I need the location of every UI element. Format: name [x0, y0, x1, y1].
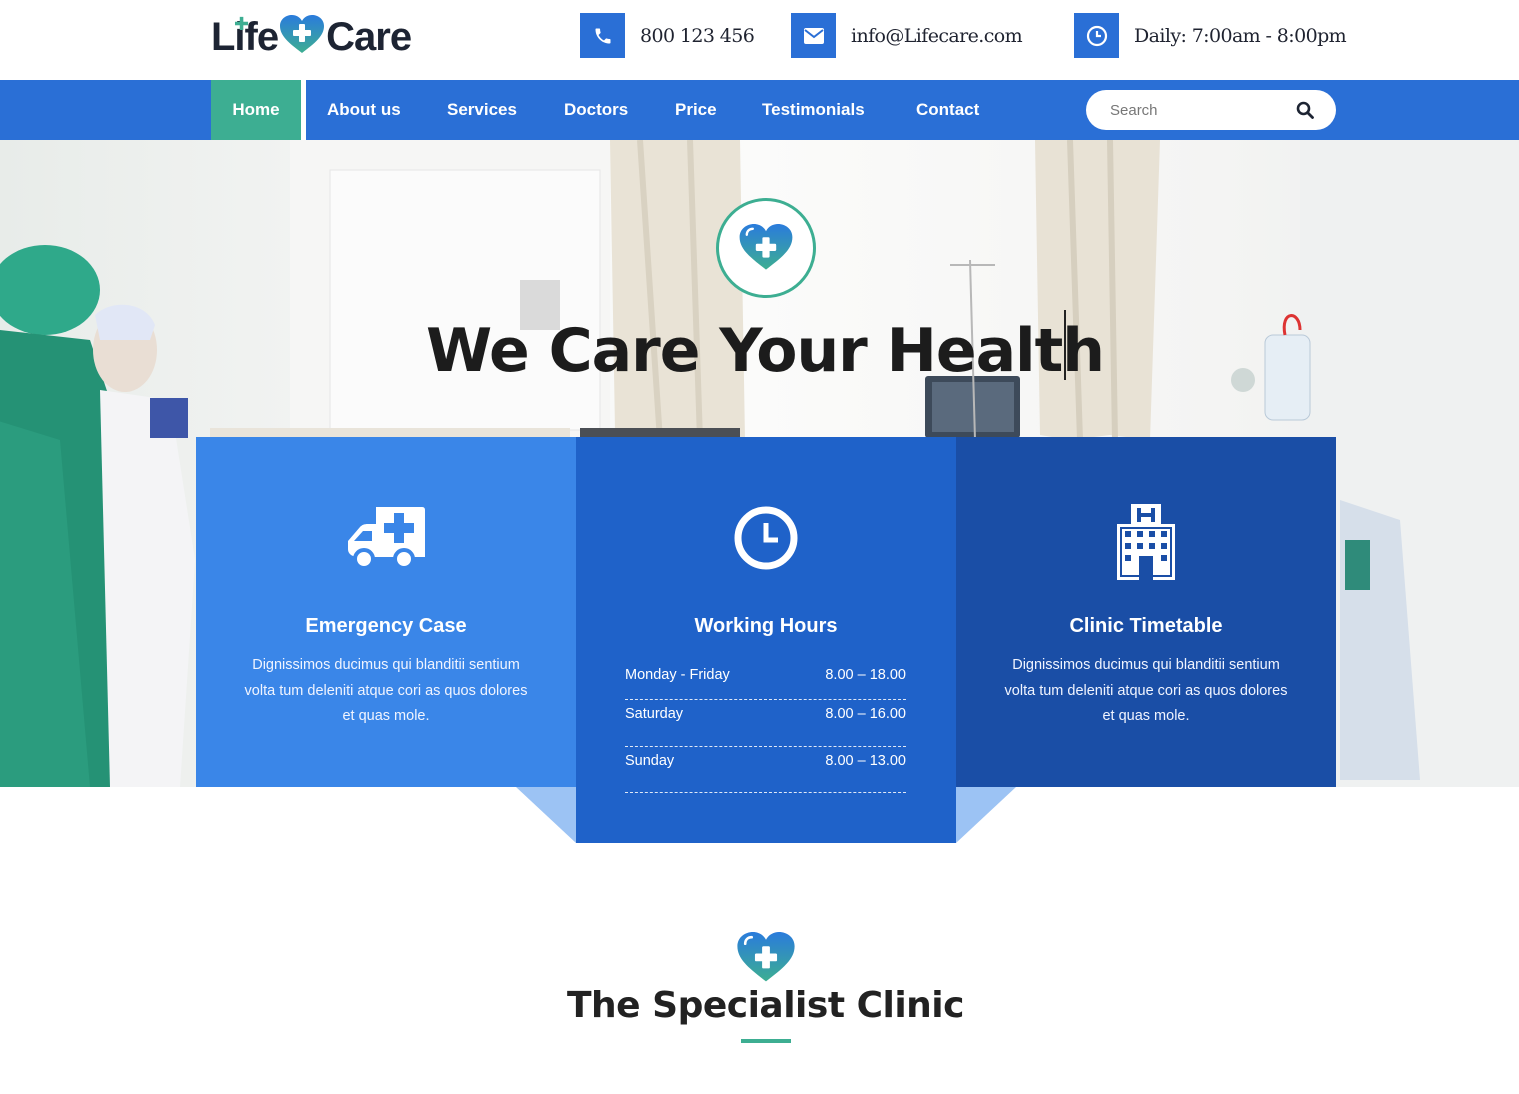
nav-item-price[interactable]: Price [675, 80, 717, 140]
working-hours-card: Working Hours Monday - Friday 8.00 – 18.… [576, 437, 956, 843]
section-title-underline [741, 1039, 791, 1043]
search-input[interactable] [1110, 101, 1290, 119]
contact-hours-text: Daily: 7:00am - 8:00pm [1134, 24, 1347, 47]
hours-day: Sunday [625, 752, 675, 769]
card-title: Clinic Timetable [1069, 615, 1223, 637]
clock-icon [1074, 13, 1119, 58]
card-fold-right [956, 787, 1016, 843]
nav-item-about-us[interactable]: About us [327, 80, 401, 140]
card-fold-left [516, 787, 576, 843]
nav-item-testimonials[interactable]: Testimonials [762, 80, 865, 140]
clinic-timetable-card: Clinic Timetable Dignissimos ducimus qui… [956, 437, 1336, 787]
hospital-icon [1117, 504, 1175, 580]
ambulance-icon [348, 507, 425, 570]
hours-row: Saturday 8.00 – 16.00 [625, 700, 906, 747]
hours-row: Sunday 8.00 – 13.00 [625, 747, 906, 793]
contact-email: info@Lifecare.com [791, 13, 1023, 58]
card-text: Dignissimos ducimus qui blanditii sentiu… [1004, 657, 1288, 724]
logo-heart-icon [280, 15, 325, 53]
heart-plus-icon [739, 224, 793, 270]
main-navbar: Home About us Services Doctors Price Tes… [0, 80, 1519, 140]
contact-phone-text[interactable]: 800 123 456 [640, 25, 755, 47]
phone-icon [580, 13, 625, 58]
hours-time: 8.00 – 16.00 [825, 706, 906, 722]
card-title: Emergency Case [305, 615, 467, 637]
logo-plus-icon: ✚ [234, 14, 250, 34]
typing-cursor [1064, 310, 1066, 380]
clock-icon [734, 506, 798, 570]
hours-day: Monday - Friday [625, 667, 730, 683]
mail-icon [791, 13, 836, 58]
section-title: The Specialist Clinic [567, 985, 964, 1026]
nav-item-home[interactable]: Home [211, 80, 301, 140]
hours-row: Monday - Friday 8.00 – 18.00 [625, 661, 906, 700]
nav-item-contact[interactable]: Contact [916, 80, 979, 140]
top-header: Life Care ✚ 800 123 456 info@Lifecare.co… [0, 0, 1519, 80]
hero-title: We Care Your Health [425, 316, 1105, 386]
hours-time: 8.00 – 18.00 [825, 667, 906, 683]
contact-hours: Daily: 7:00am - 8:00pm [1074, 13, 1347, 58]
contact-phone: 800 123 456 [580, 13, 755, 58]
hours-day: Saturday [625, 706, 684, 722]
contact-email-text[interactable]: info@Lifecare.com [851, 25, 1023, 47]
search-icon[interactable] [1296, 101, 1314, 119]
logo-text-right: Care [326, 15, 412, 59]
hero-heart-badge [716, 198, 816, 298]
emergency-card: Emergency Case Dignissimos ducimus qui b… [196, 437, 576, 787]
card-title: Working Hours [694, 615, 838, 637]
heart-plus-icon [737, 932, 795, 982]
search-box [1086, 90, 1336, 130]
nav-item-services[interactable]: Services [447, 80, 517, 140]
nav-item-doctors[interactable]: Doctors [564, 80, 628, 140]
hours-table: Monday - Friday 8.00 – 18.00 Saturday 8.… [625, 661, 906, 793]
card-text: Dignissimos ducimus qui blanditii sentiu… [244, 657, 528, 724]
hours-time: 8.00 – 13.00 [825, 752, 906, 769]
